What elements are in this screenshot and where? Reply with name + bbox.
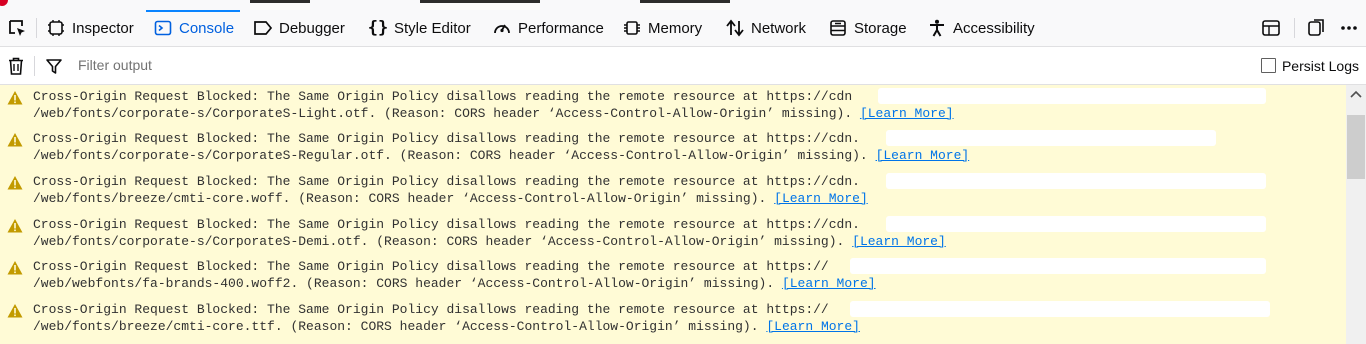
console-message-warning: Cross-Origin Request Blocked: The Same O… [0,170,1346,212]
browser-strip-mark [640,0,730,3]
learn-more-link[interactable]: [Learn More] [860,106,954,121]
persist-logs-box[interactable] [1260,58,1276,73]
tab-console[interactable]: Console [146,10,240,46]
trash-icon [9,57,23,75]
console-scrollbar[interactable] [1346,85,1366,344]
redaction [886,216,1266,232]
console-filter-bar: Persist Logs [0,47,1366,85]
message-text-line-2: /web/fonts/corporate-s/CorporateS-Demi.o… [33,234,845,249]
tab-accessibility[interactable]: Accessibility [927,10,1035,46]
warning-icon [7,91,23,105]
redaction [850,301,1270,317]
tab-style-editor[interactable]: {} Style Editor [368,10,471,46]
console-message-warning: Cross-Origin Request Blocked: The Same O… [0,213,1346,255]
accessibility-icon [927,18,947,38]
tab-network-label: Network [751,19,807,37]
more-options-button[interactable] [1334,10,1364,46]
warning-icon [7,261,23,275]
scrollbar-thumb[interactable] [1347,115,1365,179]
tab-storage[interactable]: Storage [828,10,907,46]
tab-network[interactable]: Network [725,10,806,46]
learn-more-link[interactable]: [Learn More] [852,234,946,249]
inspector-icon [46,18,66,38]
tab-accessibility-label: Accessibility [953,19,1035,37]
message-text-line-1: Cross-Origin Request Blocked: The Same O… [33,217,860,232]
dock-options-button[interactable] [1301,10,1331,46]
more-options-icon [1341,26,1357,30]
learn-more-link[interactable]: [Learn More] [766,319,860,334]
message-text-line-1: Cross-Origin Request Blocked: The Same O… [33,131,860,146]
tab-inspector[interactable]: Inspector [46,10,134,46]
console-icon [153,18,173,38]
network-icon [725,18,745,38]
persist-logs-checkbox[interactable]: Persist Logs [1260,47,1359,84]
learn-more-link[interactable]: [Learn More] [774,191,868,206]
message-text-line-2: /web/fonts/breeze/cmti-core.ttf. (Reason… [33,319,759,334]
performance-icon [492,18,512,38]
storage-icon [828,18,848,38]
console-message-warning: Cross-Origin Request Blocked: The Same O… [0,255,1346,297]
browser-strip-mark [420,0,540,3]
message-text-line-1: Cross-Origin Request Blocked: The Same O… [33,302,829,317]
tab-debugger[interactable]: Debugger [253,10,345,46]
redaction [878,88,1266,104]
learn-more-link[interactable]: [Learn More] [782,276,876,291]
scroll-up-button[interactable] [1346,85,1366,103]
tab-performance[interactable]: Performance [492,10,604,46]
devtools-toolbar: Inspector Console Debugger {} Style Edito… [0,10,1366,47]
split-console-icon [1262,20,1280,36]
console-message-warning: Cross-Origin Request Blocked: The Same O… [0,85,1346,127]
toolbar-separator [36,18,37,38]
console-message-warning: Cross-Origin Request Blocked: The Same O… [0,298,1346,340]
element-picker-button[interactable] [0,10,34,46]
warning-icon [7,304,23,318]
message-text-line-1: Cross-Origin Request Blocked: The Same O… [33,174,860,189]
learn-more-link[interactable]: [Learn More] [876,148,970,163]
style-editor-icon: {} [367,18,389,38]
debugger-icon [253,18,273,38]
message-text-line-2: /web/fonts/corporate-s/CorporateS-Regula… [33,148,868,163]
toggle-split-console-button[interactable] [1256,10,1286,46]
filter-icon [42,47,66,84]
tab-performance-label: Performance [518,19,604,37]
tab-console-label: Console [179,19,235,37]
toolbar-separator [1294,18,1295,38]
tab-storage-label: Storage [854,19,907,37]
memory-icon [622,18,642,38]
warning-icon [7,219,23,233]
message-text-line-2: /web/fonts/corporate-s/CorporateS-Light.… [33,106,853,121]
element-picker-icon [9,20,25,36]
tab-inspector-label: Inspector [72,19,134,37]
filter-separator [34,56,35,76]
tab-memory[interactable]: Memory [622,10,702,46]
clear-console-button[interactable] [3,47,29,84]
message-text-line-1: Cross-Origin Request Blocked: The Same O… [33,259,829,274]
message-text-line-2: /web/fonts/breeze/cmti-core.woff. (Reaso… [33,191,767,206]
redaction [850,258,1266,274]
warning-icon [7,133,23,147]
browser-strip-mark [250,0,310,3]
redaction [886,173,1266,189]
message-text-line-2: /web/webfonts/fa-brands-400.woff2. (Reas… [33,276,775,291]
browser-top-strip [0,0,1366,10]
tab-style-editor-label: Style Editor [394,19,471,37]
chevron-up-icon [1350,90,1362,98]
browser-close-dot [0,0,8,6]
warning-icon [7,176,23,190]
redaction [886,130,1216,146]
dock-responsive-icon [1308,19,1324,36]
message-text-line-1: Cross-Origin Request Blocked: The Same O… [33,89,853,104]
filter-output-input[interactable] [70,53,986,77]
persist-logs-label: Persist Logs [1281,57,1359,74]
tab-debugger-label: Debugger [279,19,345,37]
tab-memory-label: Memory [648,19,703,37]
console-output: Cross-Origin Request Blocked: The Same O… [0,85,1346,344]
console-message-warning: Cross-Origin Request Blocked: The Same O… [0,127,1346,169]
